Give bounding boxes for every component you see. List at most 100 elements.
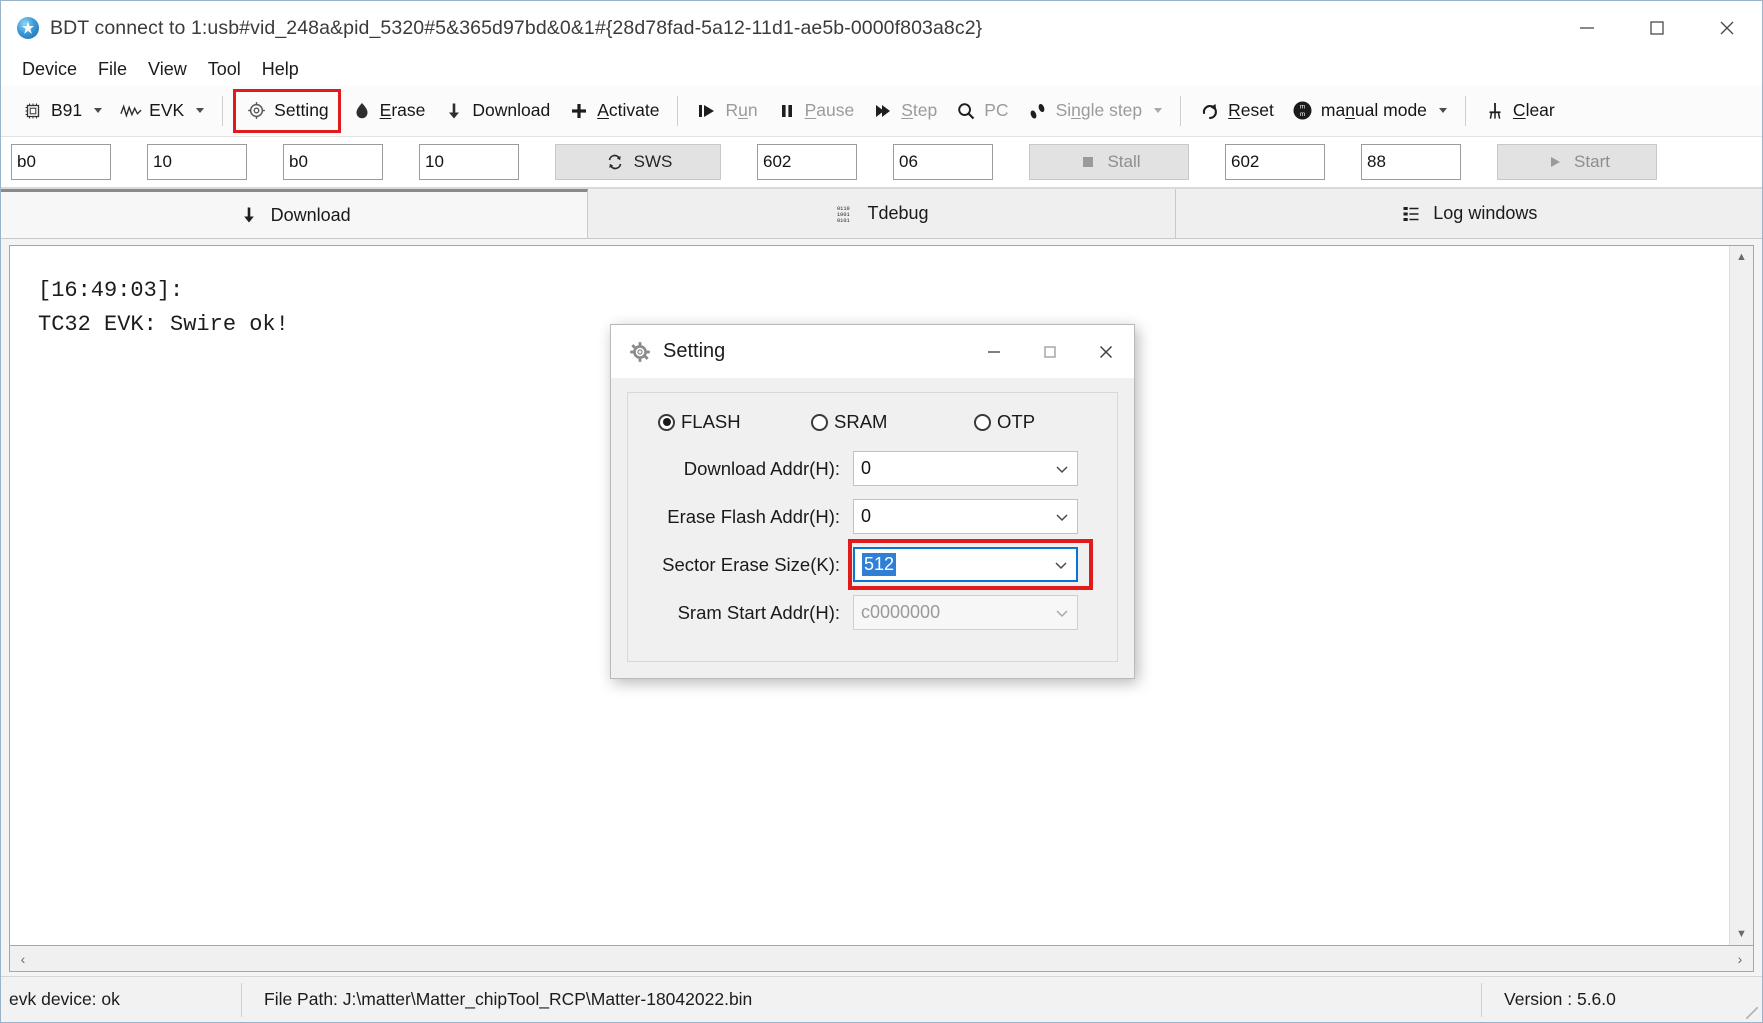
tab-download[interactable]: Download (1, 189, 589, 238)
toolbar-manual-mode-button[interactable]: m m manual mode (1283, 92, 1456, 130)
toolbar-run-label: Run (725, 100, 758, 120)
svg-text:m: m (1300, 111, 1305, 118)
toolbar-setting-button[interactable]: Setting (233, 88, 341, 133)
field-7[interactable]: 602 (1225, 144, 1325, 180)
field-3[interactable]: b0 (283, 144, 383, 180)
radio-dot-icon (811, 413, 828, 431)
scroll-down-icon[interactable]: ▼ (1730, 923, 1754, 945)
chevron-down-icon[interactable] (94, 108, 103, 113)
menu-item-file[interactable]: File (89, 57, 136, 83)
footsteps-icon (1027, 100, 1049, 122)
field-1[interactable]: b0 (11, 144, 111, 180)
chevron-down-icon[interactable] (1438, 108, 1447, 113)
radio-sram[interactable]: SRAM (811, 411, 974, 433)
dialog-close-icon[interactable] (1078, 325, 1134, 378)
toolbar-download-button[interactable]: Download (434, 92, 559, 130)
setting-dialog-body: FLASH SRAM OTP Download Addr(H): 0 Erase… (611, 378, 1134, 678)
download-addr-row: Download Addr(H): 0 (648, 451, 1097, 486)
setting-dialog-title-bar: Setting (611, 325, 1134, 378)
toolbar: B91 EVK Setting Erase Download Activate … (1, 85, 1762, 137)
memory-settings-group: FLASH SRAM OTP Download Addr(H): 0 Erase… (627, 392, 1118, 662)
menu-item-view[interactable]: View (139, 57, 196, 83)
tab-tdebug-label: Tdebug (867, 203, 929, 223)
radio-otp[interactable]: OTP (974, 411, 1035, 433)
toolbar-activate-button[interactable]: Activate (559, 92, 668, 130)
chevron-down-icon[interactable] (1049, 464, 1075, 474)
start-button[interactable]: Start (1497, 144, 1657, 180)
tab-log-windows-label: Log windows (1433, 203, 1538, 223)
radio-flash[interactable]: FLASH (658, 411, 811, 433)
maximize-icon[interactable] (1622, 1, 1692, 55)
menu-item-tool[interactable]: Tool (199, 57, 250, 83)
menu-item-device[interactable]: Device (13, 57, 86, 83)
dialog-maximize-icon[interactable] (1022, 325, 1078, 378)
tab-tdebug[interactable]: 0110 1001 0101 Tdebug (588, 189, 1176, 238)
toolbar-step-label: Step (901, 100, 938, 120)
scroll-right-icon[interactable]: › (1727, 946, 1753, 972)
toolbar-reset-button[interactable]: Reset (1190, 92, 1283, 130)
sector-erase-size-combobox[interactable]: 512 (853, 547, 1078, 582)
field-8[interactable]: 88 (1361, 144, 1461, 180)
list-lines-icon (1400, 203, 1422, 225)
resize-grip[interactable] (1746, 1007, 1758, 1019)
sws-label: SWS (633, 152, 673, 171)
toolbar-probe-label: EVK (149, 100, 185, 120)
erase-flash-addr-value: 0 (861, 506, 872, 526)
horizontal-scrollbar[interactable]: ‹ › (9, 946, 1754, 972)
toolbar-chip-label: B91 (51, 100, 83, 120)
erase-flash-addr-combobox[interactable]: 0 (853, 499, 1078, 534)
field-5[interactable]: 602 (757, 144, 857, 180)
download-addr-combobox[interactable]: 0 (853, 451, 1078, 486)
status-file-path: File Path: J:\matter\Matter_chipTool_RCP… (264, 989, 753, 1009)
toolbar-download-label: Download (472, 100, 551, 120)
chevron-down-icon[interactable] (1049, 512, 1075, 522)
toolbar-separator (1464, 95, 1466, 126)
dialog-minimize-icon[interactable] (966, 325, 1022, 378)
play-icon (696, 100, 718, 122)
toolbar-single-step-button[interactable]: Single step (1018, 92, 1172, 130)
scroll-left-icon[interactable]: ‹ (10, 946, 36, 972)
radio-dot-icon (658, 413, 675, 431)
erase-flash-addr-row: Erase Flash Addr(H): 0 (648, 499, 1097, 534)
app-logo-icon (17, 17, 39, 39)
toolbar-activate-label: Activate (597, 100, 660, 120)
plus-icon (568, 100, 590, 122)
minimize-icon[interactable] (1552, 1, 1622, 55)
erase-flash-addr-label: Erase Flash Addr(H): (667, 505, 840, 527)
memory-type-radio-group: FLASH SRAM OTP (648, 411, 1097, 433)
menu-item-help[interactable]: Help (253, 57, 308, 83)
vertical-scrollbar[interactable]: ▲ ▼ (1729, 246, 1753, 945)
chevron-down-icon[interactable] (1048, 560, 1074, 570)
parameter-field-row: b0 10 b0 10 SWS 602 06 Stall 602 88 Star… (1, 137, 1762, 189)
chevron-down-icon[interactable] (196, 108, 205, 113)
toolbar-step-button[interactable]: Step (863, 92, 946, 130)
sram-start-addr-combobox[interactable]: c0000000 (853, 595, 1078, 630)
toolbar-erase-button[interactable]: Erase (342, 92, 435, 130)
field-2[interactable]: 10 (147, 144, 247, 180)
window-title: BDT connect to 1:usb#vid_248a&pid_5320#5… (50, 16, 983, 39)
title-bar: BDT connect to 1:usb#vid_248a&pid_5320#5… (1, 1, 1762, 55)
toolbar-run-button[interactable]: Run (687, 92, 766, 130)
sram-start-addr-value: c0000000 (861, 602, 941, 622)
toolbar-pc-label: PC (984, 100, 1009, 120)
toolbar-pause-button[interactable]: Pause (767, 92, 864, 130)
sector-erase-size-value: 512 (862, 553, 897, 576)
toolbar-clear-button[interactable]: Clear (1475, 92, 1564, 130)
setting-dialog: Setting FLASH SRAM OTP Download Addr(H):… (610, 324, 1135, 679)
refresh-icon (604, 151, 626, 173)
chevron-down-icon[interactable] (1154, 108, 1163, 113)
download-addr-label: Download Addr(H): (683, 457, 840, 479)
field-4[interactable]: 10 (419, 144, 519, 180)
play-icon (1544, 151, 1566, 173)
toolbar-probe-selector[interactable]: EVK (111, 92, 213, 130)
download-arrow-icon (238, 204, 260, 226)
toolbar-clear-label: Clear (1512, 100, 1555, 120)
sws-button[interactable]: SWS (555, 144, 721, 180)
scroll-up-icon[interactable]: ▲ (1730, 246, 1754, 268)
field-6[interactable]: 06 (893, 144, 993, 180)
stall-button[interactable]: Stall (1029, 144, 1189, 180)
toolbar-pc-button[interactable]: PC (946, 92, 1017, 130)
tab-log-windows[interactable]: Log windows (1175, 189, 1762, 238)
close-icon[interactable] (1692, 1, 1762, 55)
toolbar-chip-selector[interactable]: B91 (13, 92, 111, 130)
